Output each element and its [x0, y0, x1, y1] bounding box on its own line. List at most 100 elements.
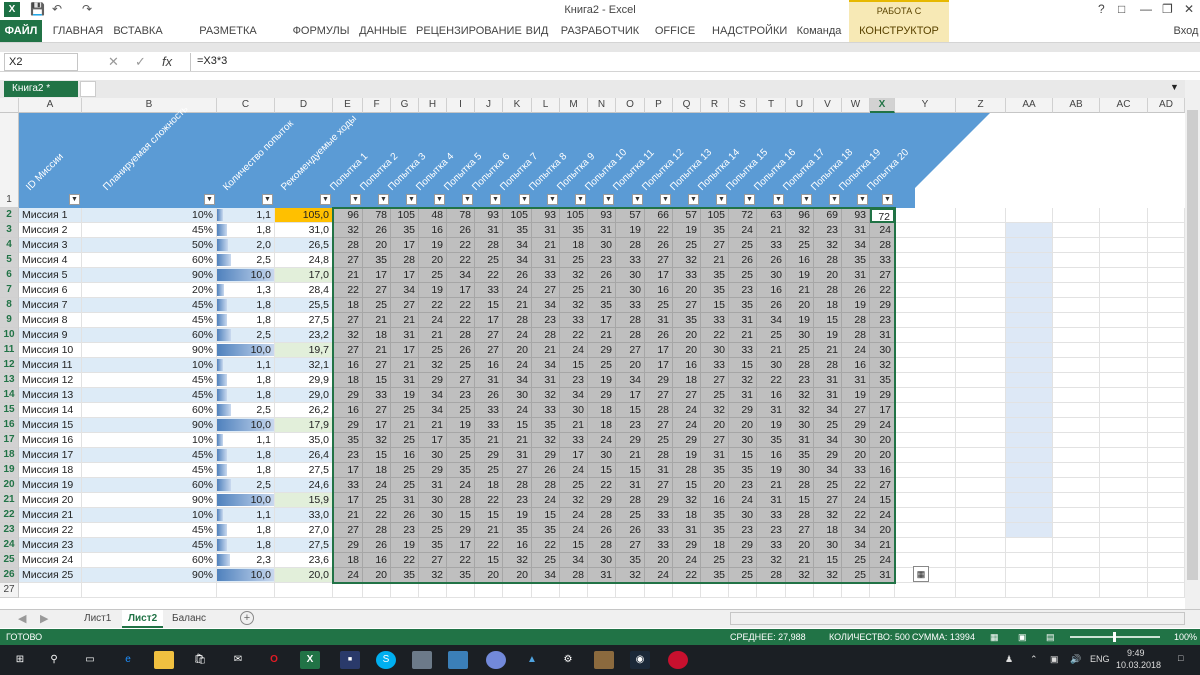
empty-cell[interactable] — [1006, 343, 1053, 358]
empty-cell[interactable] — [1148, 418, 1185, 433]
empty-cell[interactable] — [895, 238, 956, 253]
empty-cell[interactable] — [1053, 463, 1100, 478]
empty-cell[interactable] — [1148, 238, 1185, 253]
empty-cell[interactable] — [956, 568, 1006, 583]
empty-cell[interactable] — [1148, 268, 1185, 283]
cancel-icon[interactable]: ✕ — [108, 54, 119, 70]
empty-cell[interactable] — [895, 298, 956, 313]
empty-cell[interactable] — [1148, 493, 1185, 508]
row-header[interactable]: 23 — [0, 523, 19, 538]
row-header[interactable]: 9 — [0, 313, 19, 328]
opera-icon[interactable]: O — [264, 651, 284, 669]
empty-cell[interactable] — [786, 583, 814, 598]
edge-icon[interactable]: e — [118, 651, 138, 669]
empty-cell[interactable] — [1053, 508, 1100, 523]
row-header[interactable]: 25 — [0, 553, 19, 568]
empty-cell[interactable] — [956, 538, 1006, 553]
empty-cell[interactable] — [895, 478, 956, 493]
filter-dropdown-icon[interactable]: ▼ — [744, 194, 755, 205]
taskbar-app-5-icon[interactable] — [594, 651, 614, 669]
filter-dropdown-icon[interactable]: ▼ — [882, 194, 893, 205]
empty-cell[interactable] — [560, 583, 588, 598]
empty-cell[interactable] — [1006, 388, 1053, 403]
prev-sheet-icon[interactable]: ◀ — [18, 612, 26, 625]
empty-cell[interactable] — [1148, 478, 1185, 493]
empty-cell[interactable] — [475, 583, 503, 598]
empty-cell[interactable] — [1053, 283, 1100, 298]
row-header[interactable]: 1 — [0, 113, 19, 208]
spreadsheet-grid[interactable]: A B C D E F G H I J K L M N O P Q R S T U V W X Y Z AA AB AC AD 1 2 3 4 5 6… — [0, 98, 1185, 609]
column-header-h[interactable]: H — [419, 98, 447, 113]
enter-icon[interactable]: ✓ — [135, 54, 146, 70]
column-header-l[interactable]: L — [532, 98, 560, 113]
select-all-corner[interactable] — [0, 98, 19, 113]
empty-cell[interactable] — [1100, 433, 1148, 448]
column-header-k[interactable]: K — [503, 98, 532, 113]
tab-addins[interactable]: НАДСТРОЙКИ — [712, 20, 787, 42]
taskbar-app-2-icon[interactable] — [412, 651, 432, 669]
empty-cell[interactable] — [82, 583, 217, 598]
empty-cell[interactable] — [645, 583, 673, 598]
empty-cell[interactable] — [895, 223, 956, 238]
tab-review[interactable]: РЕЦЕНЗИРОВАНИЕ — [416, 20, 522, 42]
empty-cell[interactable] — [1006, 508, 1053, 523]
row-header[interactable]: 12 — [0, 358, 19, 373]
empty-cell[interactable] — [1006, 283, 1053, 298]
row-header[interactable]: 24 — [0, 538, 19, 553]
empty-cell[interactable] — [1100, 373, 1148, 388]
empty-cell[interactable] — [1053, 493, 1100, 508]
empty-cell[interactable] — [1006, 568, 1053, 583]
column-header-u[interactable]: U — [786, 98, 814, 113]
settings-gear-icon[interactable]: ⚙ — [558, 651, 578, 669]
empty-cell[interactable] — [956, 298, 1006, 313]
empty-cell[interactable] — [1100, 553, 1148, 568]
empty-cell[interactable] — [1148, 388, 1185, 403]
help-button[interactable]: ? — [1098, 2, 1105, 16]
formula-input[interactable]: =X3*3 — [190, 53, 1195, 71]
restore-button[interactable]: ❐ — [1162, 2, 1173, 16]
tab-team[interactable]: Команда — [794, 20, 844, 42]
empty-cell[interactable] — [1006, 328, 1053, 343]
empty-cell[interactable] — [1053, 538, 1100, 553]
empty-cell[interactable] — [1100, 238, 1148, 253]
empty-cell[interactable] — [1100, 313, 1148, 328]
sign-in-link[interactable]: Вход — [1172, 20, 1200, 42]
page-layout-icon[interactable]: ▣ — [1018, 629, 1027, 645]
tab-file[interactable]: ФАЙЛ — [0, 20, 42, 42]
empty-cell[interactable] — [1006, 478, 1053, 493]
close-button[interactable]: ✕ — [1184, 2, 1194, 16]
empty-cell[interactable] — [419, 583, 447, 598]
column-header-p[interactable]: P — [645, 98, 673, 113]
volume-icon[interactable]: 🔊 — [1070, 654, 1081, 665]
empty-cell[interactable] — [1006, 208, 1053, 223]
horizontal-scrollbar[interactable] — [730, 612, 1185, 625]
column-header-f[interactable]: F — [363, 98, 391, 113]
empty-cell[interactable] — [391, 583, 419, 598]
zoom-slider-thumb[interactable] — [1113, 632, 1116, 642]
empty-cell[interactable] — [1148, 208, 1185, 223]
empty-cell[interactable] — [1148, 583, 1185, 598]
empty-cell[interactable] — [1006, 298, 1053, 313]
empty-cell[interactable] — [1053, 568, 1100, 583]
filter-dropdown-icon[interactable]: ▼ — [547, 194, 558, 205]
filter-dropdown-icon[interactable]: ▼ — [829, 194, 840, 205]
skype-icon[interactable]: S — [376, 651, 396, 669]
row-header[interactable]: 2 — [0, 208, 19, 223]
column-header-r[interactable]: R — [701, 98, 729, 113]
row-header[interactable]: 4 — [0, 238, 19, 253]
empty-cell[interactable] — [1148, 433, 1185, 448]
add-sheet-icon[interactable]: + — [240, 611, 254, 625]
empty-cell[interactable] — [895, 508, 956, 523]
normal-view-icon[interactable]: ▦ — [990, 629, 999, 645]
column-header-o[interactable]: O — [616, 98, 645, 113]
minimize-button[interactable]: — — [1140, 2, 1152, 16]
network-icon[interactable]: ▣ — [1050, 654, 1059, 665]
empty-cell[interactable] — [895, 493, 956, 508]
empty-cell[interactable] — [956, 463, 1006, 478]
empty-cell[interactable] — [1148, 448, 1185, 463]
empty-cell[interactable] — [895, 253, 956, 268]
empty-cell[interactable] — [1100, 208, 1148, 223]
column-header-v[interactable]: V — [814, 98, 842, 113]
empty-cell[interactable] — [842, 583, 870, 598]
people-icon[interactable]: ♟ — [1005, 654, 1013, 665]
